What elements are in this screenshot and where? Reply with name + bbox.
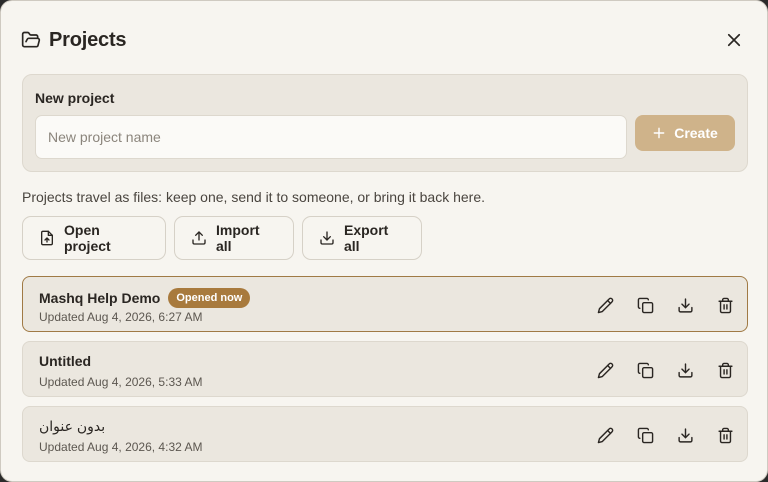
rename-button[interactable] — [595, 295, 615, 315]
trash-icon — [717, 427, 733, 443]
rename-button[interactable] — [595, 425, 615, 445]
duplicate-icon — [637, 297, 653, 313]
pencil-icon — [597, 297, 613, 313]
help-text: Projects travel as files: keep one, send… — [22, 189, 486, 205]
new-project-label: New project — [35, 90, 115, 106]
project-row[interactable]: Mashq Help Demo Opened now Updated Aug 4… — [22, 276, 748, 332]
opened-now-badge: Opened now — [168, 288, 251, 308]
dialog-title: Projects — [49, 28, 127, 51]
trash-icon — [717, 297, 733, 313]
delete-button[interactable] — [715, 425, 735, 445]
project-list: Mashq Help Demo Opened now Updated Aug 4… — [22, 276, 748, 471]
row-actions — [595, 425, 735, 445]
download-icon — [677, 297, 693, 313]
create-button[interactable]: Create — [635, 115, 735, 151]
export-all-label: Export all — [344, 222, 389, 254]
project-name: بدون عنوان — [39, 418, 106, 434]
download-icon — [677, 427, 693, 443]
delete-button[interactable] — [715, 295, 735, 315]
folder-open-icon — [21, 30, 41, 50]
export-all-button[interactable]: Export all — [302, 216, 422, 260]
open-project-label: Open project — [64, 222, 111, 254]
close-icon — [727, 33, 741, 47]
download-icon — [320, 231, 334, 245]
delete-button[interactable] — [715, 360, 735, 380]
import-all-button[interactable]: Import all — [174, 216, 294, 260]
dialog-header: Projects — [21, 25, 747, 55]
duplicate-icon — [637, 362, 653, 378]
pencil-icon — [597, 362, 613, 378]
import-all-label: Import all — [216, 222, 260, 254]
download-button[interactable] — [675, 295, 695, 315]
file-upload-icon — [41, 230, 53, 246]
duplicate-button[interactable] — [635, 295, 655, 315]
project-row[interactable]: Untitled Updated Aug 4, 2026, 5:33 AM — [22, 341, 748, 397]
project-name: Mashq Help Demo — [39, 290, 161, 306]
plus-icon — [653, 127, 665, 139]
upload-icon — [192, 231, 206, 245]
open-project-button[interactable]: Open project — [22, 216, 166, 260]
row-actions — [595, 360, 735, 380]
close-button[interactable] — [721, 27, 747, 53]
trash-icon — [717, 362, 733, 378]
download-button[interactable] — [675, 425, 695, 445]
project-row[interactable]: بدون عنوان Updated Aug 4, 2026, 4:32 AM — [22, 406, 748, 462]
project-updated: Updated Aug 4, 2026, 4:32 AM — [39, 440, 203, 454]
project-name: Untitled — [39, 353, 92, 369]
create-button-label: Create — [674, 125, 718, 141]
row-actions — [595, 295, 735, 315]
new-project-name-input[interactable] — [35, 115, 627, 159]
download-button[interactable] — [675, 360, 695, 380]
new-project-card: New project Create — [22, 74, 748, 172]
duplicate-button[interactable] — [635, 360, 655, 380]
project-updated: Updated Aug 4, 2026, 5:33 AM — [39, 375, 203, 389]
project-updated: Updated Aug 4, 2026, 6:27 AM — [39, 310, 203, 324]
download-icon — [677, 362, 693, 378]
rename-button[interactable] — [595, 360, 615, 380]
duplicate-icon — [637, 427, 653, 443]
projects-dialog: Projects New project Create Projects tra… — [0, 0, 768, 482]
pencil-icon — [597, 427, 613, 443]
duplicate-button[interactable] — [635, 425, 655, 445]
action-toolbar: Open project Import all Export all — [22, 216, 422, 260]
